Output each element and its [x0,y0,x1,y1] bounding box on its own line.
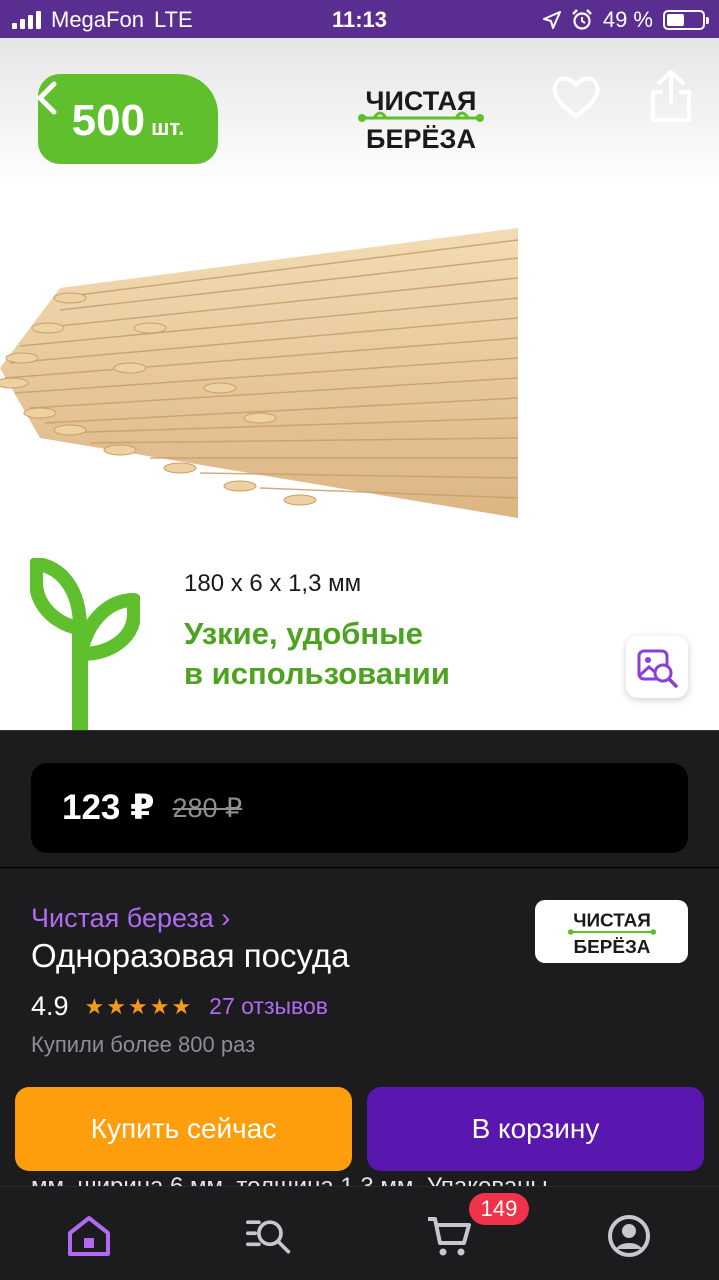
back-arrow-icon[interactable] [30,78,70,118]
wooden-sticks-image [0,228,519,518]
cart-count-badge: 149 [469,1193,529,1225]
svg-text:ЧИСТАЯ: ЧИСТАЯ [366,86,477,116]
svg-text:БЕРЁЗА: БЕРЁЗА [366,124,476,154]
share-icon[interactable] [648,68,694,124]
catalog-search-icon[interactable] [246,1213,292,1259]
product-image-gallery[interactable]: 500 шт. ЧИСТАЯ БЕРЁЗА 180 х 6 х 1,3 мм У… [0,38,719,730]
current-price: 123 ₽ [62,788,155,827]
slogan-line-1: Узкие, удобные [184,616,423,651]
slogan-line-2: в использовании [184,656,450,691]
home-icon[interactable] [66,1213,112,1259]
location-icon [542,11,561,29]
image-search-icon [637,649,678,688]
sprout-icon [30,558,140,730]
brand-link[interactable]: Чистая береза › [31,903,230,934]
price-section: 123 ₽ 280 ₽ [0,730,719,868]
pack-count: 500 [71,96,146,145]
svg-text:БЕРЁЗА: БЕРЁЗА [573,937,650,958]
reviews-link[interactable]: 27 отзывов [209,993,328,1020]
battery-icon [663,10,709,30]
star-rating-icon: ★★★★★ [84,993,194,1019]
product-title: Одноразовая посуда [31,937,350,974]
image-search-button[interactable] [626,636,688,698]
brand-logo-card[interactable]: ЧИСТАЯ БЕРЁЗА [535,900,688,963]
svg-text:ЧИСТАЯ: ЧИСТАЯ [573,910,651,931]
product-slogan: Узкие, удобные в использовании [184,614,450,694]
rating-value: 4.9 [31,991,69,1021]
status-bar: MegaFon LTE 11:13 49 % [0,0,719,38]
buy-now-button[interactable]: Купить сейчас [15,1087,352,1171]
pack-unit: шт. [151,115,185,140]
product-dimensions: 180 х 6 х 1,3 мм [184,570,362,597]
heart-icon[interactable] [551,72,601,122]
cart-icon[interactable] [426,1213,472,1259]
purchase-count: Купили более 800 раз [31,1032,256,1057]
rating-row: 4.9 ★★★★★ 27 отзывов [31,991,328,1022]
price-card: 123 ₽ 280 ₽ [31,763,688,853]
old-price: 280 ₽ [172,792,243,823]
profile-icon[interactable] [606,1213,652,1259]
brand-logo: ЧИСТАЯ БЕРЁЗА [358,86,484,154]
add-to-cart-button[interactable]: В корзину [367,1087,704,1171]
battery-percent: 49 % [602,7,653,32]
brand-logo: ЧИСТАЯ БЕРЁЗА [567,910,656,958]
bottom-tab-bar [0,1186,719,1280]
alarm-icon [571,9,592,30]
